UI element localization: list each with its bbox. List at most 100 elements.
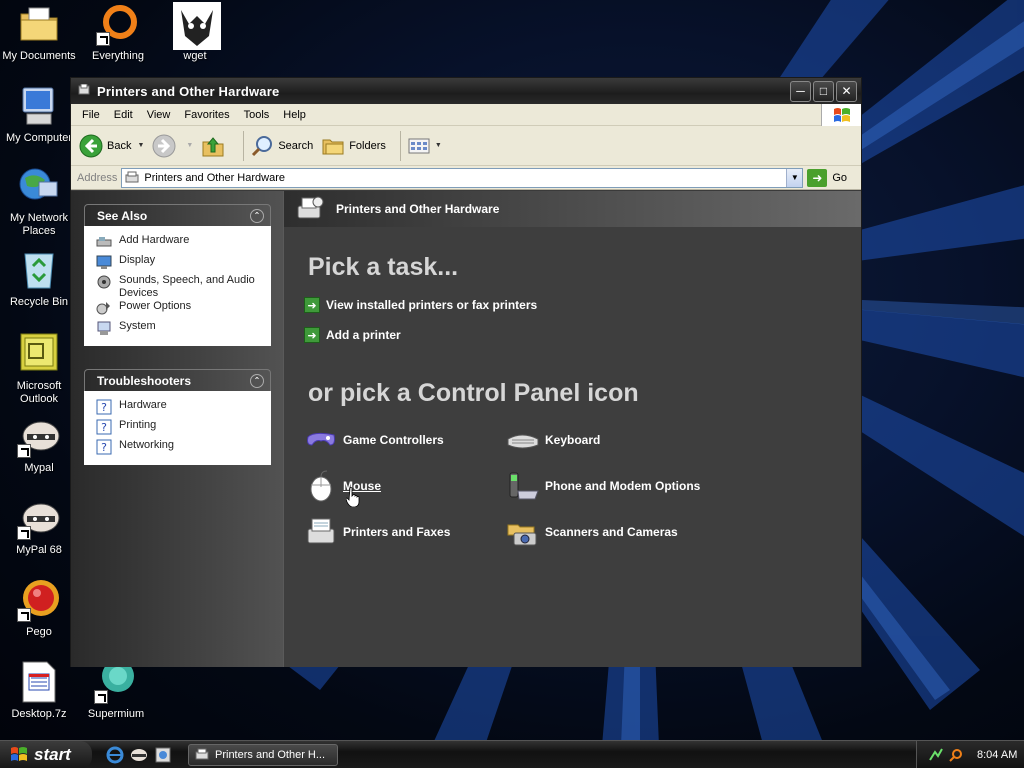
help-icon: ?	[96, 439, 112, 455]
minimize-button[interactable]: ─	[790, 80, 811, 102]
back-label: Back	[107, 139, 132, 152]
see-also-sounds[interactable]: Sounds, Speech, and Audio Devices	[96, 274, 263, 300]
troubleshooter-item-label: Networking	[119, 439, 175, 451]
collapse-chevron-icon[interactable]: ⌃	[250, 373, 264, 388]
printer-folder-icon	[125, 171, 139, 185]
desktop-icon-my-network-places[interactable]: My Network Places	[0, 164, 79, 238]
see-also-title: See Also	[97, 208, 148, 223]
go-button[interactable]: ➜ Go	[807, 168, 847, 187]
shortcut-arrow-icon	[96, 32, 110, 46]
folder-documents-icon	[17, 2, 61, 46]
collapse-chevron-icon[interactable]: ⌃	[250, 208, 264, 223]
views-button[interactable]: ▼	[407, 134, 442, 158]
up-button[interactable]	[201, 134, 229, 158]
back-button[interactable]: Back ▼	[79, 134, 144, 158]
category-title: Printers and Other Hardware	[336, 202, 500, 216]
shortcut-arrow-icon	[17, 526, 31, 540]
sounds-icon	[96, 274, 112, 290]
minimize-icon: ─	[796, 84, 805, 98]
troubleshooters-header[interactable]: Troubleshooters ⌃	[84, 369, 271, 391]
cp-game-controllers[interactable]: Game Controllers	[304, 423, 444, 457]
close-button[interactable]: ✕	[836, 80, 857, 102]
desktop-icon-label: Pego	[26, 626, 52, 638]
standard-toolbar: Back ▼ ▼ Search Folders ▼	[71, 126, 861, 166]
taskbar-window-button[interactable]: Printers and Other H...	[188, 743, 338, 766]
menu-help[interactable]: Help	[276, 109, 313, 121]
power-options-icon	[96, 300, 112, 316]
troubleshooters-title: Troubleshooters	[97, 373, 192, 388]
taskbar-window-label: Printers and Other H...	[215, 748, 326, 761]
address-input[interactable]: Printers and Other Hardware ▼	[121, 167, 804, 188]
menu-view[interactable]: View	[140, 109, 178, 121]
desktop-icon-desktop-7z[interactable]: Desktop.7z	[0, 660, 79, 721]
see-also-display[interactable]: Display	[96, 254, 263, 274]
window-content: See Also ⌃ Add Hardware Display Sounds, …	[71, 191, 861, 667]
see-also-power-options[interactable]: Power Options	[96, 300, 263, 320]
cp-keyboard[interactable]: Keyboard	[506, 423, 600, 457]
desktop-icon-recycle-bin[interactable]: Recycle Bin	[0, 248, 79, 309]
menu-favorites[interactable]: Favorites	[177, 109, 236, 121]
back-dropdown-icon[interactable]: ▼	[137, 142, 144, 149]
maximize-button[interactable]: □	[813, 80, 834, 102]
archive-file-icon	[17, 660, 61, 704]
see-also-system[interactable]: System	[96, 320, 263, 340]
printer-fax-icon	[304, 515, 338, 549]
forward-button[interactable]: ▼	[152, 134, 193, 158]
cp-mouse[interactable]: Mouse	[304, 469, 381, 503]
see-also-header[interactable]: See Also ⌃	[84, 204, 271, 226]
task-add-printer[interactable]: ➜ Add a printer	[304, 327, 401, 343]
search-button[interactable]: Search	[250, 134, 313, 158]
up-folder-icon	[201, 134, 225, 158]
forward-dropdown-icon[interactable]: ▼	[186, 142, 193, 149]
cp-printers-faxes[interactable]: Printers and Faxes	[304, 515, 450, 549]
start-button[interactable]: start	[0, 740, 92, 768]
show-desktop-icon[interactable]	[154, 746, 172, 764]
menu-file[interactable]: File	[75, 109, 107, 121]
address-dropdown-icon[interactable]: ▼	[786, 168, 803, 187]
clock[interactable]: 8:04 AM	[977, 749, 1017, 761]
views-dropdown-icon[interactable]: ▼	[435, 142, 442, 149]
desktop-icon-label: My Computer	[5, 132, 73, 144]
menu-edit[interactable]: Edit	[107, 109, 140, 121]
cp-icon-label: Printers and Faxes	[343, 525, 451, 539]
task-view-printers[interactable]: ➜ View installed printers or fax printer…	[304, 297, 537, 313]
folders-button[interactable]: Folders	[321, 134, 386, 158]
troubleshooters-list: ? Hardware ? Printing ? Networking	[84, 391, 271, 465]
desktop-icon-microsoft-outlook[interactable]: Microsoft Outlook	[0, 332, 79, 406]
menu-tools[interactable]: Tools	[237, 109, 277, 121]
desktop-icon-mypal[interactable]: Mypal	[0, 414, 79, 475]
troubleshooter-item-label: Hardware	[119, 399, 167, 411]
menu-bar: File Edit View Favorites Tools Help	[71, 104, 861, 126]
task-arrow-icon: ➜	[304, 297, 320, 313]
cp-icon-label: Phone and Modem Options	[545, 479, 701, 493]
folders-icon	[321, 134, 345, 158]
desktop-icon-mypal-68[interactable]: MyPal 68	[0, 496, 79, 557]
desktop-icon-label: MyPal 68	[16, 544, 62, 556]
see-also-add-hardware[interactable]: Add Hardware	[96, 234, 263, 254]
desktop-icon-everything[interactable]: Everything	[78, 2, 158, 63]
internet-explorer-icon[interactable]	[106, 746, 124, 764]
pick-task-heading: Pick a task...	[308, 253, 459, 281]
display-icon	[96, 254, 112, 270]
network-places-icon	[17, 164, 61, 208]
troubleshooter-printing[interactable]: ? Printing	[96, 419, 263, 439]
troubleshooter-hardware[interactable]: ? Hardware	[96, 399, 263, 419]
outlook-icon	[17, 332, 61, 376]
cp-scanners-cameras[interactable]: Scanners and Cameras	[506, 515, 678, 549]
keyboard-icon	[506, 423, 540, 457]
desktop-icon-wget[interactable]: wget	[155, 2, 235, 63]
desktop-icon-pego[interactable]: Pego	[0, 578, 79, 639]
desktop-icon-my-documents[interactable]: My Documents	[0, 2, 79, 63]
troubleshooter-networking[interactable]: ? Networking	[96, 439, 263, 459]
search-tray-icon[interactable]	[949, 748, 963, 762]
desktop-icon-my-computer[interactable]: My Computer	[0, 84, 79, 145]
task-label: View installed printers or fax printers	[326, 298, 538, 312]
desktop-icon-supermium[interactable]: Supermium	[76, 660, 156, 721]
cp-phone-modem[interactable]: Phone and Modem Options	[506, 469, 700, 503]
search-label: Search	[278, 139, 314, 152]
desktop-icon-label: Microsoft Outlook	[16, 380, 62, 405]
windows-logo-icon	[821, 104, 861, 126]
window-titlebar[interactable]: Printers and Other Hardware ─ □ ✕	[71, 78, 861, 104]
mypal-quicklaunch-icon[interactable]	[130, 746, 148, 764]
network-tray-icon[interactable]	[929, 748, 943, 762]
